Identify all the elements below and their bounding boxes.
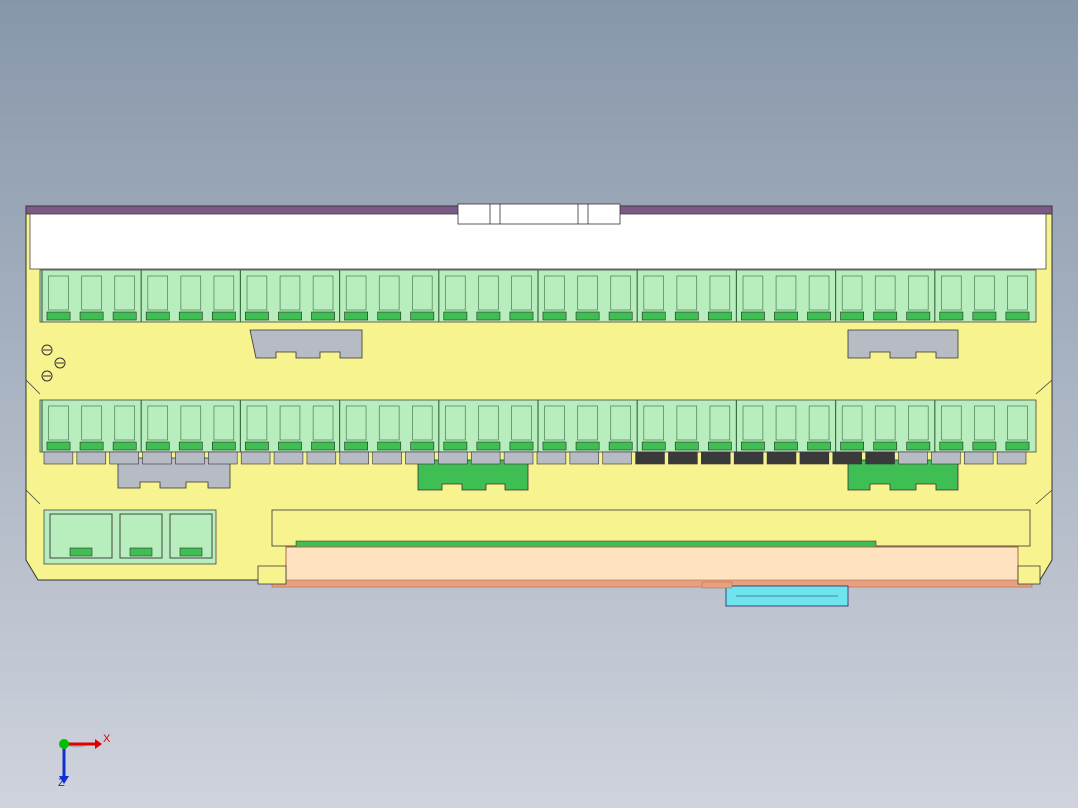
contact-strip-segment xyxy=(799,451,830,465)
contact-strip-segment xyxy=(701,451,731,465)
contact-strip-segment xyxy=(240,451,271,465)
contact-strip-segment xyxy=(142,451,172,465)
contact-strip-segment xyxy=(76,451,107,465)
contact-strip-segment xyxy=(43,451,74,465)
contact-strip-segment xyxy=(996,451,1027,465)
right-foot xyxy=(1017,565,1041,585)
contact-strip-segment xyxy=(109,451,139,465)
small-connector-block xyxy=(43,509,217,565)
contact-strip-segment xyxy=(668,451,698,465)
x-axis-label: X xyxy=(103,733,111,745)
contact-strip-segment xyxy=(175,451,205,465)
base-plate-edge xyxy=(271,579,1033,588)
contact-strip-segment xyxy=(372,451,402,465)
contact-strip-segment xyxy=(208,451,238,465)
contact-strip-segment xyxy=(832,451,862,465)
left-foot xyxy=(257,565,287,585)
y-axis-dot xyxy=(59,739,69,749)
contact-bracket-lower-right xyxy=(847,459,959,491)
contact-strip-segment xyxy=(931,451,961,465)
pcb-strip xyxy=(295,540,877,548)
contact-strip-segment xyxy=(339,451,369,465)
top-latch xyxy=(457,203,621,225)
contact-bracket-lower-center xyxy=(417,459,529,491)
base-plate xyxy=(285,546,1019,582)
contact-bracket-upper-right xyxy=(847,329,959,359)
contact-bracket-upper-left xyxy=(249,329,363,359)
contact-strip-segment xyxy=(470,451,501,465)
contact-strip-segment xyxy=(898,451,928,465)
cad-viewport[interactable] xyxy=(0,0,1078,808)
contact-strip-segment xyxy=(963,451,994,465)
z-axis-label: Z xyxy=(58,777,65,789)
contact-strip-segment xyxy=(569,451,600,465)
contact-strip-segment xyxy=(865,451,895,465)
contact-strip-segment xyxy=(503,451,534,465)
base-frame xyxy=(271,509,1031,547)
contact-strip-segment xyxy=(536,451,567,465)
terminal-block-model[interactable] xyxy=(25,203,1053,607)
contact-strip-segment xyxy=(273,451,304,465)
contact-strip-segment xyxy=(733,451,764,465)
contact-strip-segment xyxy=(306,451,337,465)
contact-strip-segment xyxy=(766,451,797,465)
contact-strip-segment xyxy=(438,451,468,465)
contact-strip-segment xyxy=(602,451,632,465)
contact-strip-segment xyxy=(635,451,665,465)
contact-strip-segment xyxy=(405,451,435,465)
